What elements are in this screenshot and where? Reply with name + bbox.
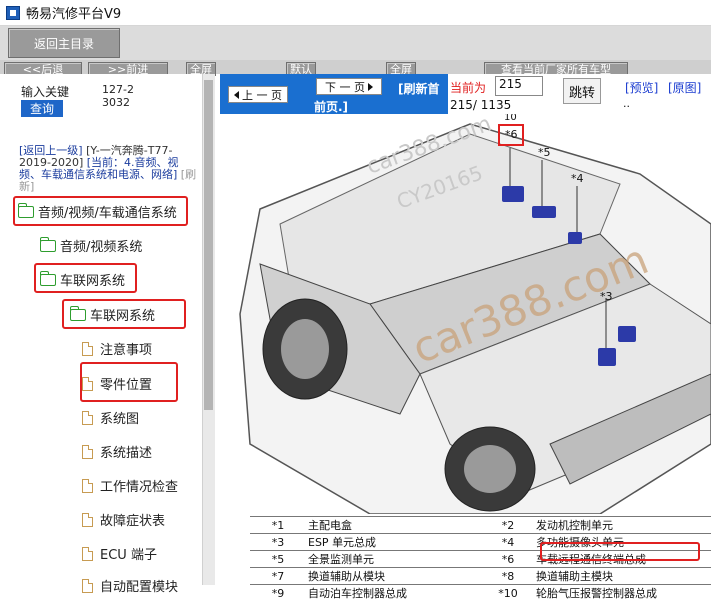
tree-item-auto-config[interactable]: 自动配置模块 xyxy=(82,576,178,595)
document-icon xyxy=(82,445,93,459)
next-page-label: 下 一 页 xyxy=(325,79,365,95)
callout-5: *5 xyxy=(538,146,551,159)
car-illustration: 10 *6 *5 *4 *3 car388.com CY20165 car388… xyxy=(220,114,711,514)
part-number: *3 xyxy=(250,534,306,551)
right-arrow-icon xyxy=(368,83,373,91)
module-4 xyxy=(568,232,582,244)
page-number-input[interactable]: 215 xyxy=(495,76,543,96)
more-dots: .. xyxy=(623,97,630,110)
part-number: *2 xyxy=(482,517,534,534)
tree-item-label: 系统图 xyxy=(100,408,139,427)
page-count: 215/ 1135 xyxy=(450,98,511,112)
tree-item-label: 自动配置模块 xyxy=(100,576,178,595)
rear-wheel-rim xyxy=(281,319,329,379)
part-number: *7 xyxy=(250,568,306,585)
refresh-first-page-link[interactable]: [刷新首 xyxy=(398,80,440,97)
part-name: ESP 单元总成 xyxy=(306,534,482,551)
callout-6: *6 xyxy=(505,128,518,141)
window-title: 畅易汽修平台V9 xyxy=(26,3,121,22)
prev-page-label: 上 一 页 xyxy=(242,87,282,103)
title-bar: 畅易汽修平台V9 xyxy=(0,0,711,26)
search-label: 输入关键 xyxy=(21,83,69,100)
query-button[interactable]: 查询 xyxy=(21,100,63,117)
callout-4: *4 xyxy=(571,172,584,185)
app-icon xyxy=(6,6,20,20)
current-page-label: 当前为 xyxy=(450,79,486,96)
part-name: 主配电盒 xyxy=(306,517,482,534)
tree-item-operation-check[interactable]: 工作情况检查 xyxy=(82,476,178,495)
part-name: 换道辅助从模块 xyxy=(306,568,482,585)
highlight-box xyxy=(13,196,188,226)
folder-icon xyxy=(40,240,56,252)
table-row: *7 换道辅助从模块 *8 换道辅助主模块 xyxy=(250,568,711,585)
search-id-text: 127-23032 xyxy=(102,83,138,109)
breadcrumb: [返回上一级] [Y-一汽奔腾-T77-2019-2020] [当前：4.音频、… xyxy=(19,145,199,193)
table-row: *1 主配电盒 *2 发动机控制单元 xyxy=(250,517,711,534)
callout-10: 10 xyxy=(504,114,517,123)
part-name: 发动机控制单元 xyxy=(534,517,711,534)
part-number: *1 xyxy=(250,517,306,534)
module-5 xyxy=(532,206,556,218)
component-location-drawing: 10 *6 *5 *4 *3 car388.com CY20165 car388… xyxy=(220,114,711,514)
tree-item-label: 工作情况检查 xyxy=(100,476,178,495)
part-number: *8 xyxy=(482,568,534,585)
tree-item-ecu-terminals[interactable]: ECU 端子 xyxy=(82,544,157,563)
jump-button[interactable]: 跳转 xyxy=(563,78,601,104)
module-6 xyxy=(502,186,524,202)
tree-item-label: 音频/视频系统 xyxy=(60,236,142,255)
original-image-link[interactable]: [原图] xyxy=(668,79,701,96)
document-icon xyxy=(82,579,93,593)
document-icon xyxy=(82,479,93,493)
highlight-box xyxy=(80,362,178,402)
front-wheel-rim xyxy=(464,445,516,493)
preview-link[interactable]: [预览] xyxy=(625,79,658,96)
part-name: 轮胎气压报警控制器总成 xyxy=(534,585,711,601)
document-icon xyxy=(82,547,93,561)
highlight-box xyxy=(34,263,137,293)
tree-item-system-diagram[interactable]: 系统图 xyxy=(82,408,139,427)
part-number: *10 xyxy=(482,585,534,601)
document-icon xyxy=(82,513,93,527)
highlight-box xyxy=(62,299,186,329)
module-3 xyxy=(598,348,616,366)
document-icon xyxy=(82,342,93,356)
tree-item-av-system[interactable]: 音频/视频系统 xyxy=(40,236,142,255)
left-arrow-icon xyxy=(234,91,239,99)
next-page-button[interactable]: 下 一 页 xyxy=(316,78,382,95)
tree-item-label: 系统描述 xyxy=(100,442,152,461)
prev-page-button[interactable]: 上 一 页 xyxy=(228,86,288,103)
part-number: *4 xyxy=(482,534,534,551)
tree-item-label: ECU 端子 xyxy=(100,544,157,563)
module-3a xyxy=(618,326,636,342)
document-icon xyxy=(82,411,93,425)
left-scroll-thumb[interactable] xyxy=(204,80,213,410)
tree-item-system-description[interactable]: 系统描述 xyxy=(82,442,152,461)
part-name: 换道辅助主模块 xyxy=(534,568,711,585)
tree-item-fault-symptoms[interactable]: 故障症状表 xyxy=(82,510,165,529)
tree-item-notes[interactable]: 注意事项 xyxy=(82,339,152,358)
part-number: *9 xyxy=(250,585,306,601)
highlight-box xyxy=(540,542,700,561)
part-number: *5 xyxy=(250,551,306,568)
part-name: 自动泊车控制器总成 xyxy=(306,585,482,601)
front-page-link[interactable]: 前页.] xyxy=(314,98,348,115)
return-main-menu-button[interactable]: 返回主目录 xyxy=(8,28,120,58)
table-row: *9 自动泊车控制器总成 *10 轮胎气压报警控制器总成 xyxy=(250,585,711,601)
tree-item-label: 故障症状表 xyxy=(100,510,165,529)
part-name: 全景监测单元 xyxy=(306,551,482,568)
part-number: *6 xyxy=(482,551,534,568)
tree-item-label: 注意事项 xyxy=(100,339,152,358)
